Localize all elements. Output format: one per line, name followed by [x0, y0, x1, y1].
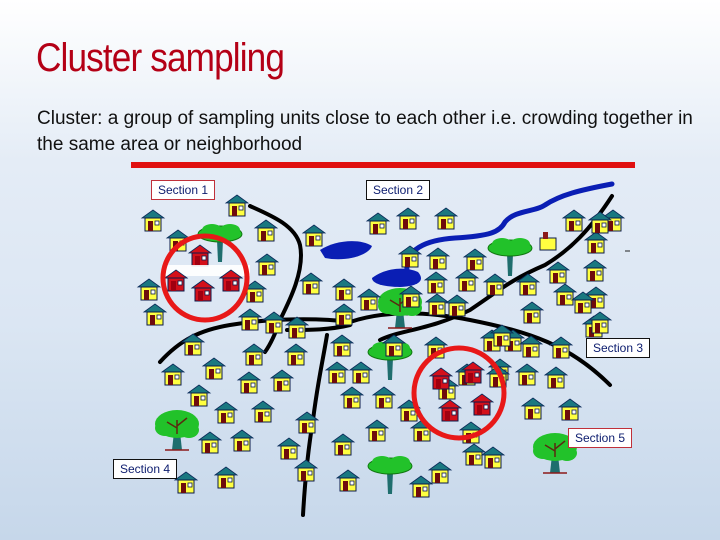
house-icon	[329, 334, 355, 357]
house-icon	[454, 269, 480, 292]
house-icon	[520, 397, 546, 420]
selected-house-icon	[190, 279, 216, 302]
tree-icon	[155, 410, 199, 451]
house-icon	[561, 209, 587, 232]
house-icon	[201, 357, 227, 380]
house-icon	[395, 207, 421, 230]
house-icon	[557, 398, 583, 421]
house-icon	[293, 459, 319, 482]
house-icon	[423, 271, 449, 294]
selected-house-icon	[428, 367, 454, 390]
house-icon	[331, 303, 357, 326]
house-icon	[364, 419, 390, 442]
house-icon	[482, 273, 508, 296]
house-icon	[250, 400, 276, 423]
house-icon	[519, 301, 545, 324]
house-icon	[324, 361, 350, 384]
house-icon	[348, 361, 374, 384]
house-icon	[462, 248, 488, 271]
house-icon	[543, 366, 569, 389]
house-icon	[335, 469, 361, 492]
house-icon	[408, 475, 434, 498]
house-icon	[582, 259, 608, 282]
house-icon	[254, 253, 280, 276]
section-2-label: Section 2	[366, 180, 431, 200]
house-icon	[433, 207, 459, 230]
house-icon	[371, 386, 397, 409]
house-icon	[224, 194, 250, 217]
building-icon	[539, 232, 557, 251]
house-icon	[424, 293, 450, 316]
tree-icon	[487, 238, 533, 276]
house-icon	[587, 311, 613, 334]
house-icon	[142, 303, 168, 326]
house-icon	[425, 247, 451, 270]
house-icon	[160, 363, 186, 386]
section-5-label: Section 5	[568, 428, 633, 448]
house-icon	[301, 224, 327, 247]
house-icon	[269, 369, 295, 392]
house-icon	[545, 261, 571, 284]
house-icon	[197, 431, 223, 454]
house-icon	[236, 371, 262, 394]
house-icon	[409, 419, 435, 442]
house-icon	[253, 219, 279, 242]
house-icon	[237, 308, 263, 331]
section-1-label: Section 1	[151, 180, 216, 200]
house-icon	[330, 433, 356, 456]
pond	[372, 268, 421, 287]
selected-house-icon	[469, 393, 495, 416]
house-icon	[444, 294, 470, 317]
tree-icon	[367, 456, 413, 494]
house-icon	[548, 336, 574, 359]
house-icon	[186, 384, 212, 407]
house-icon	[140, 209, 166, 232]
house-icon	[298, 272, 324, 295]
neighborhood-diagram	[136, 181, 630, 517]
house-icon	[331, 278, 357, 301]
cluster-circle-section-5	[411, 345, 507, 441]
house-icon	[339, 386, 365, 409]
selected-house-icon	[437, 399, 463, 422]
house-icon	[213, 401, 239, 424]
house-icon	[180, 333, 206, 356]
section-4-label: Section 4	[113, 459, 178, 479]
house-icon	[427, 461, 453, 484]
house-icon	[514, 363, 540, 386]
house-icon	[356, 288, 382, 311]
house-icon	[283, 343, 309, 366]
house-icon	[583, 231, 609, 254]
house-icon	[276, 437, 302, 460]
house-icon	[136, 278, 162, 301]
house-icon	[213, 466, 239, 489]
pond	[320, 241, 372, 260]
house-icon	[365, 212, 391, 235]
section-3-label: Section 3	[586, 338, 651, 358]
house-icon	[480, 446, 506, 469]
selected-house-icon	[187, 244, 213, 267]
house-icon	[173, 471, 199, 494]
house-icon	[461, 443, 487, 466]
house-icon	[229, 429, 255, 452]
house-icon	[241, 343, 267, 366]
house-icon	[552, 283, 578, 306]
